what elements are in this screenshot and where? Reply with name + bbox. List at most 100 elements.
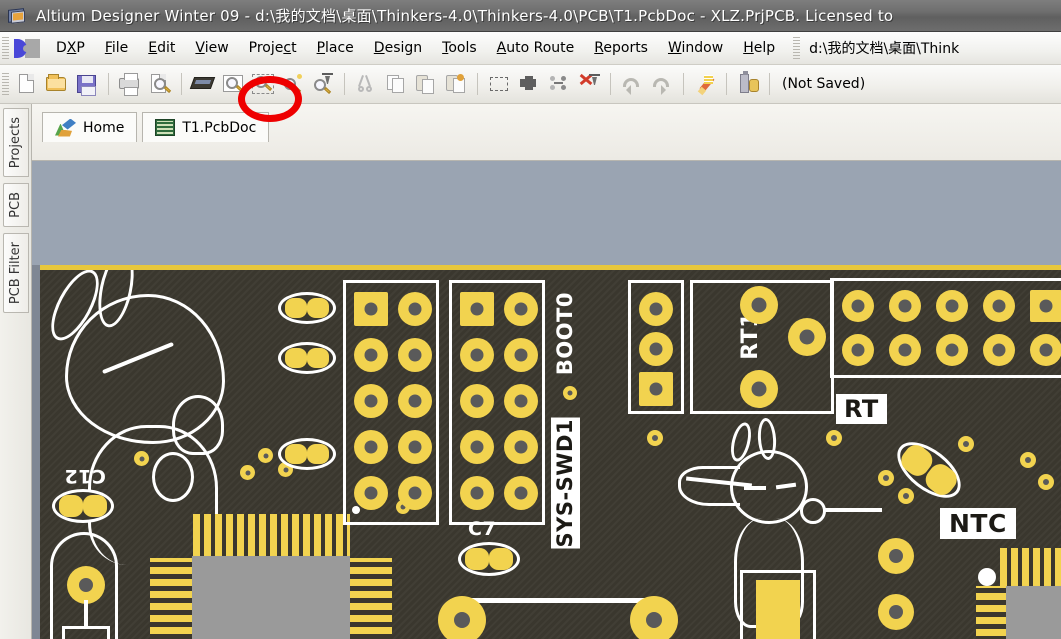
pad-rh-2[interactable] (889, 290, 921, 322)
pad-rh-3[interactable] (936, 290, 968, 322)
pad-small-a[interactable] (134, 451, 149, 466)
pad-header-a-8[interactable] (398, 430, 432, 464)
pad-header-a-9[interactable] (354, 476, 388, 510)
sidebar-item-pcb[interactable]: PCB (3, 183, 29, 227)
pad-header-b-4[interactable] (504, 338, 538, 372)
menu-item-project[interactable]: Project (239, 36, 307, 60)
pad-ntc-tiny-1[interactable] (958, 436, 974, 452)
pad-c7[interactable] (458, 542, 520, 576)
select-next-button[interactable] (546, 71, 572, 97)
menu-item-auto-route[interactable]: Auto Route (487, 36, 585, 60)
menu-grip[interactable] (2, 37, 9, 59)
pcb-canvas[interactable]: C12 Y3 (32, 161, 1061, 639)
pad-cap-mid[interactable] (278, 342, 336, 374)
cut-button[interactable] (353, 71, 379, 97)
tab-t1-pcbdoc[interactable]: T1.PcbDoc (142, 112, 269, 142)
pad-ntc-via-1[interactable] (878, 538, 914, 574)
pad-ntc-tiny-5[interactable] (1038, 474, 1054, 490)
pad-ntc-via-2[interactable] (878, 594, 914, 630)
new-document-button[interactable] (14, 71, 40, 97)
pad-rh-5[interactable] (1030, 290, 1061, 322)
pad-tiny-rt[interactable] (826, 430, 842, 446)
pad-rt1-3[interactable] (740, 370, 778, 408)
right-chip-body[interactable] (998, 586, 1061, 639)
pad-ntc-tiny-3[interactable] (898, 488, 914, 504)
pad-boot0-2[interactable] (639, 332, 673, 366)
pad-cap-top[interactable] (278, 292, 336, 324)
menu-item-view[interactable]: View (185, 36, 238, 60)
pad-rh-12[interactable] (1030, 334, 1061, 366)
pad-connector-left[interactable] (438, 596, 486, 639)
pad-rh-1[interactable] (842, 290, 874, 322)
pad-tiny-below-boot0[interactable] (647, 430, 663, 446)
sidebar-item-projects[interactable]: Projects (3, 108, 29, 177)
pad-header-a-1[interactable] (354, 292, 388, 326)
menu-item-window[interactable]: Window (658, 36, 733, 60)
toolbar-grip[interactable] (2, 73, 9, 95)
sidebar-item-pcb-filter[interactable]: PCB Filter (3, 233, 29, 313)
pad-tiny-boot0[interactable] (563, 386, 577, 400)
pad-header-b-8[interactable] (504, 430, 538, 464)
pencil-grid-button[interactable] (692, 71, 718, 97)
pad-rh-10[interactable] (936, 334, 968, 366)
paste-special-button[interactable] (443, 71, 469, 97)
menu-item-tools[interactable]: Tools (432, 36, 487, 60)
pad-header-b-6[interactable] (504, 384, 538, 418)
pad-header-a-10[interactable] (398, 476, 432, 510)
pad-header-a-5[interactable] (354, 384, 388, 418)
pad-rt1-1[interactable] (740, 286, 778, 324)
board-3d-view-button[interactable] (190, 71, 216, 97)
pad-right-chip-via[interactable] (978, 568, 996, 586)
pad-header-b-3[interactable] (460, 338, 494, 372)
pad-rh-8[interactable] (842, 334, 874, 366)
move-button[interactable] (516, 71, 542, 97)
pad-header-a-6[interactable] (398, 384, 432, 418)
pad-small-b[interactable] (240, 465, 255, 480)
pad-header-b-7[interactable] (460, 430, 494, 464)
pcb-board[interactable]: C12 Y3 (40, 265, 1061, 639)
clear-filter-button[interactable] (576, 71, 602, 97)
save-button[interactable] (74, 71, 100, 97)
menu-item-file[interactable]: File (95, 36, 138, 60)
pad-small-c[interactable] (258, 448, 273, 463)
open-document-button[interactable] (44, 71, 70, 97)
zoom-area-button[interactable] (250, 71, 276, 97)
pad-via-left[interactable] (67, 566, 105, 604)
tab-home[interactable]: Home (42, 112, 137, 142)
pad-boot0-1[interactable] (639, 292, 673, 326)
pad-header-a-7[interactable] (354, 430, 388, 464)
zoom-selected-button[interactable] (280, 71, 306, 97)
redo-button[interactable] (649, 71, 675, 97)
pad-header-b-10[interactable] (504, 476, 538, 510)
pad-connector-right[interactable] (630, 596, 678, 639)
pad-boot0-3[interactable] (639, 372, 673, 406)
select-area-button[interactable] (486, 71, 512, 97)
pad-header-b-2[interactable] (504, 292, 538, 326)
pad-rt1-2[interactable] (788, 318, 826, 356)
pad-rh-11[interactable] (983, 334, 1015, 366)
zoom-filter-button[interactable] (310, 71, 336, 97)
menu-item-dxp[interactable]: DXP (46, 36, 95, 60)
menu-item-help[interactable]: Help (733, 36, 785, 60)
chip-body[interactable] (192, 556, 350, 639)
zoom-document-button[interactable] (220, 71, 246, 97)
pad-ntc-tiny-4[interactable] (1020, 452, 1036, 468)
pad-header-a-3[interactable] (354, 338, 388, 372)
paste-button[interactable] (413, 71, 439, 97)
undo-button[interactable] (619, 71, 645, 97)
menu-item-reports[interactable]: Reports (584, 36, 658, 60)
menu-item-design[interactable]: Design (364, 36, 432, 60)
pad-header-b-1[interactable] (460, 292, 494, 326)
pad-header-a-4[interactable] (398, 338, 432, 372)
pad-ntc-tiny-2[interactable] (878, 470, 894, 486)
pad-rh-9[interactable] (889, 334, 921, 366)
pad-header-b-5[interactable] (460, 384, 494, 418)
menu-item-edit[interactable]: Edit (138, 36, 185, 60)
pad-rh-4[interactable] (983, 290, 1015, 322)
paint-bottle-button[interactable] (735, 71, 761, 97)
pad-header-a-2[interactable] (398, 292, 432, 326)
pad-header-b-9[interactable] (460, 476, 494, 510)
copy-button[interactable] (383, 71, 409, 97)
print-button[interactable] (117, 71, 143, 97)
pad-cap-low[interactable] (278, 438, 336, 470)
